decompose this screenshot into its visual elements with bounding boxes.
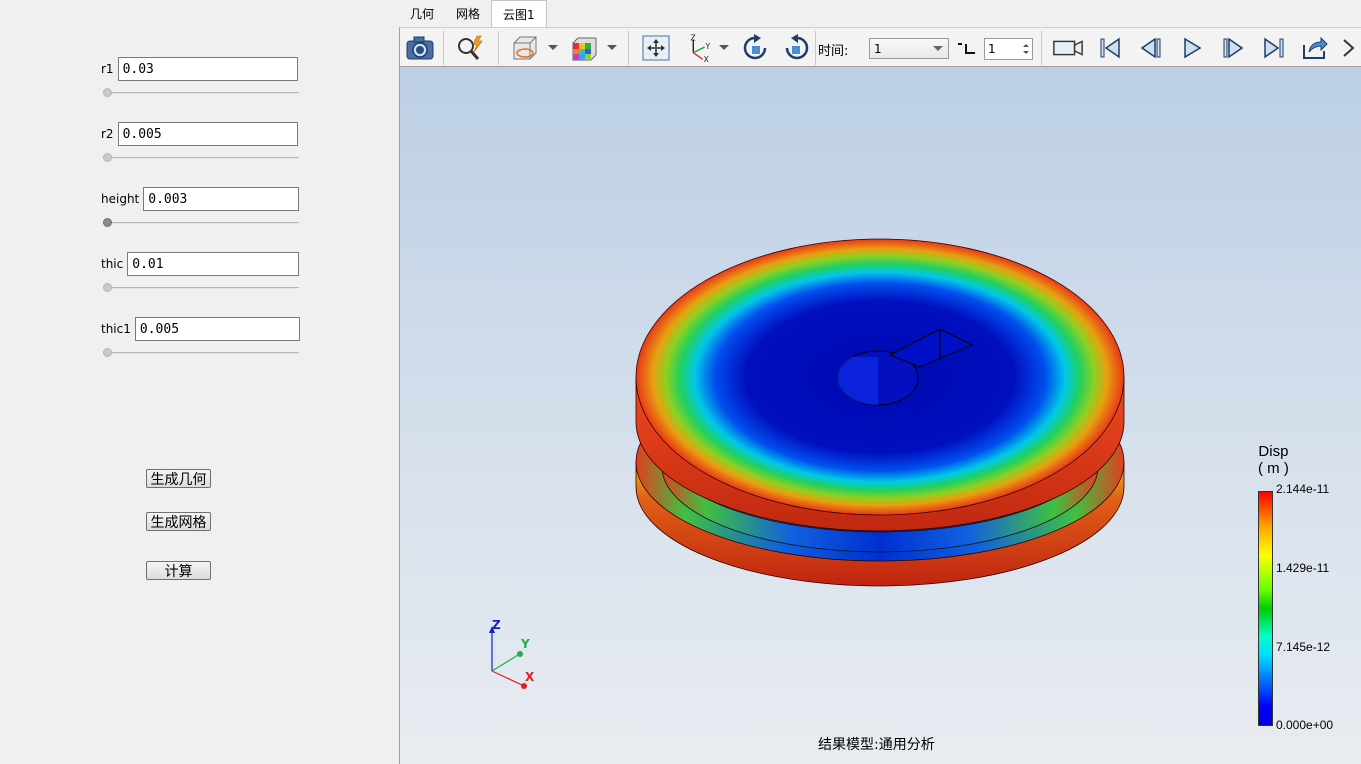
step-spinbox-value: 1 — [988, 42, 996, 56]
param-input-r2[interactable] — [117, 122, 298, 146]
generate-mesh-button[interactable]: 生成网格 — [146, 512, 211, 531]
slider-handle[interactable] — [103, 283, 112, 292]
disc-model-render — [635, 238, 1125, 587]
legend-unit: ( m ) — [1258, 460, 1289, 477]
legend-tick-2: 1.429e-11 — [1276, 561, 1330, 575]
more-tools-icon[interactable] — [1338, 32, 1358, 64]
param-row-thic: thic — [101, 252, 300, 276]
slider-height[interactable] — [103, 218, 299, 228]
slider-r1[interactable] — [103, 88, 299, 98]
export-icon[interactable] — [1299, 32, 1331, 64]
svg-text:X: X — [704, 55, 709, 63]
axes-triad — [489, 626, 527, 689]
param-label-height: height — [101, 192, 140, 206]
param-row-r2: r2 — [101, 122, 298, 146]
last-frame-icon[interactable] — [1258, 32, 1290, 64]
slider-thic[interactable] — [103, 283, 299, 293]
svg-text:Y: Y — [705, 42, 711, 51]
play-icon[interactable] — [1176, 32, 1208, 64]
slider-handle[interactable] — [103, 348, 112, 357]
previous-frame-icon[interactable] — [1135, 32, 1167, 64]
step-icon — [957, 42, 975, 54]
first-frame-icon[interactable] — [1094, 32, 1126, 64]
param-input-r1[interactable] — [117, 57, 298, 81]
param-label-r1: r1 — [101, 62, 114, 76]
param-label-thic: thic — [101, 257, 124, 271]
axis-z-label: Z — [492, 618, 501, 632]
legend-colorbar — [1258, 491, 1273, 726]
time-label: 时间: — [818, 44, 849, 59]
next-frame-icon[interactable] — [1217, 32, 1249, 64]
axes-orientation-icon[interactable]: Z YX — [682, 32, 714, 64]
tab-mesh[interactable]: 网格 — [445, 0, 492, 27]
param-input-height[interactable] — [143, 187, 300, 211]
compute-button[interactable]: 计算 — [146, 561, 211, 580]
param-label-r2: r2 — [101, 127, 114, 141]
time-select-value: 1 — [874, 41, 882, 56]
view-tabs: 几何 网格 云图1 — [399, 0, 547, 27]
axis-y-label: Y — [521, 637, 530, 651]
axis-x-label: X — [525, 670, 535, 684]
tab-geometry[interactable]: 几何 — [399, 0, 446, 27]
generate-geometry-button[interactable]: 生成几何 — [146, 469, 211, 488]
display-mode-icon[interactable] — [509, 32, 541, 64]
contour-color-icon[interactable] — [568, 32, 600, 64]
slider-thic1[interactable] — [103, 348, 299, 358]
toolbar: Z YX 时间: 1 1 — [399, 27, 1361, 67]
legend-tick-min: 0.000e+00 — [1276, 718, 1334, 732]
param-label-thic1: thic1 — [101, 322, 131, 336]
param-input-thic[interactable] — [127, 252, 300, 276]
legend-quantity: Disp — [1258, 443, 1289, 460]
param-row-height: height — [101, 187, 300, 211]
legend-tick-max: 2.144e-11 — [1276, 482, 1330, 496]
legend-title: Disp ( m ) — [1258, 443, 1289, 477]
slider-handle[interactable] — [103, 88, 112, 97]
3d-viewport[interactable]: Z Y X Disp ( m ) 2.144e-11 1.429e-11 7.1… — [399, 67, 1361, 764]
parameter-panel: r1 r2 height thic thic1 生成几何 生成网格 计算 — [0, 0, 399, 764]
result-model-label: 结果模型:通用分析 — [818, 737, 935, 753]
video-record-icon[interactable] — [1052, 32, 1084, 64]
slider-handle[interactable] — [103, 153, 112, 162]
param-input-thic1[interactable] — [134, 317, 300, 341]
rotate-cw-icon[interactable] — [740, 32, 772, 64]
tab-contour-1[interactable]: 云图1 — [491, 0, 547, 27]
zoom-select-icon[interactable] — [454, 32, 486, 64]
time-select[interactable]: 1 — [869, 38, 949, 59]
rotate-ccw-icon[interactable] — [780, 32, 812, 64]
param-row-thic1: thic1 — [101, 317, 300, 341]
param-row-r1: r1 — [101, 57, 298, 81]
legend-tick-3: 7.145e-12 — [1276, 640, 1331, 654]
slider-handle[interactable] — [103, 218, 112, 227]
camera-icon[interactable] — [404, 32, 436, 64]
svg-text:Z: Z — [690, 33, 695, 42]
slider-r2[interactable] — [103, 153, 299, 163]
fit-view-icon[interactable] — [640, 32, 672, 64]
step-spinbox[interactable]: 1 — [984, 38, 1033, 60]
